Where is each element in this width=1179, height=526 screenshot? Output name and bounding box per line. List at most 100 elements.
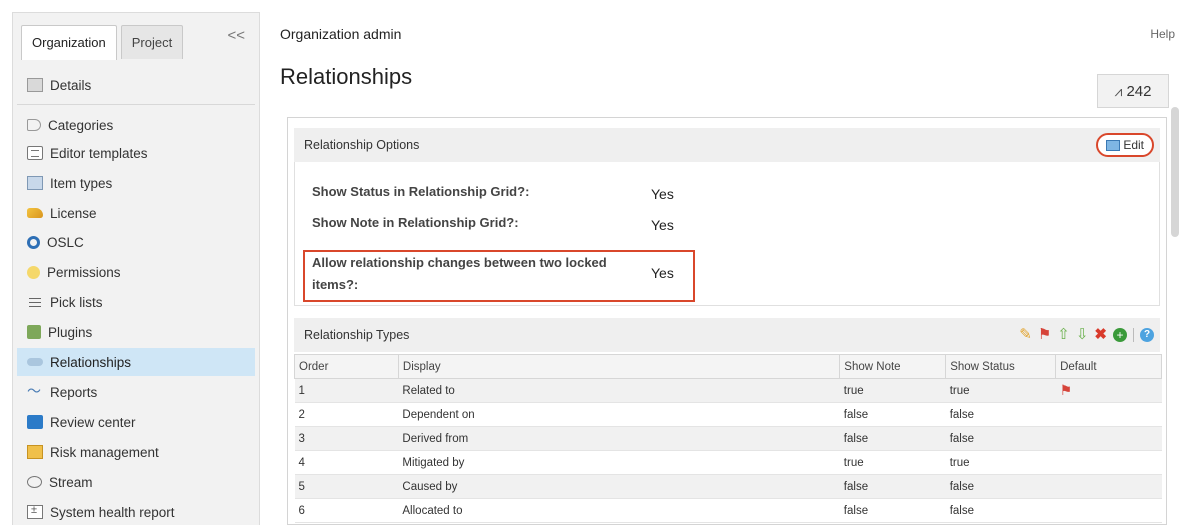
activity-count: 242	[1126, 82, 1152, 100]
sidebar-item-label: Review center	[50, 414, 136, 430]
cell-show-note: true	[839, 378, 946, 403]
activity-counter-button[interactable]: ⩘ 242	[1097, 74, 1169, 108]
tab-organization[interactable]: Organization	[21, 25, 117, 60]
option-label: Allow relationship changes between two l…	[312, 255, 607, 270]
table-row[interactable]: 2 Dependent on false false	[294, 402, 1162, 427]
sidebar-item-label: Details	[50, 77, 92, 93]
plugin-icon	[27, 325, 41, 339]
tab-project[interactable]: Project	[120, 25, 184, 59]
column-header-default[interactable]: Default	[1055, 354, 1162, 379]
section-title: Relationship Options	[304, 138, 420, 152]
edit-button[interactable]: Edit	[1096, 133, 1154, 157]
sidebar-item-plugins[interactable]: Plugins	[17, 318, 255, 346]
edit-icon	[1106, 139, 1121, 151]
option-label: Show Note in Relationship Grid?:	[312, 215, 519, 230]
table-row[interactable]: 5 Caused by false false	[294, 474, 1162, 499]
sidebar-item-reports[interactable]: Reports	[17, 378, 255, 406]
table-row[interactable]: 1 Related to true true ⚑	[294, 378, 1162, 403]
cell-default: ⚑	[1055, 378, 1162, 403]
section-title: Relationship Types	[304, 328, 410, 342]
cell-default	[1055, 426, 1162, 451]
key-icon	[27, 208, 43, 218]
page-title: Relationships	[280, 64, 413, 89]
cell-show-status: false	[945, 474, 1056, 499]
option-value: Yes	[651, 217, 674, 233]
delete-icon[interactable]: ✖	[1094, 327, 1107, 343]
sidebar-item-license[interactable]: License	[17, 199, 255, 227]
option-value: Yes	[651, 265, 674, 281]
list-icon	[27, 295, 43, 309]
sidebar-item-label: License	[50, 205, 97, 221]
table-row[interactable]: 4 Mitigated by true true	[294, 450, 1162, 475]
sidebar-item-label: Categories	[48, 117, 114, 133]
cell-display: Dependent on	[398, 402, 840, 427]
sidebar-item-label: Stream	[49, 474, 93, 490]
sidebar-item-oslc[interactable]: OSLC	[17, 228, 255, 256]
column-header-show-note[interactable]: Show Note	[839, 354, 947, 379]
admin-title: Organization admin	[280, 26, 402, 42]
sidebar-item-item-types[interactable]: Item types	[17, 169, 255, 197]
sidebar-item-label: System health report	[50, 504, 175, 520]
cell-show-note: false	[839, 474, 946, 499]
types-toolbar: ✎ ⚑ ⇧ ⇩ ✖ + ?	[1019, 327, 1154, 343]
relationship-types-header: Relationship Types ✎ ⚑ ⇧ ⇩ ✖ + ?	[294, 318, 1160, 352]
arrow-up-icon[interactable]: ⇧	[1057, 327, 1070, 343]
sidebar-item-details[interactable]: Details	[17, 71, 255, 99]
pencil-icon[interactable]: ✎	[1019, 327, 1032, 343]
cell-default	[1055, 474, 1162, 499]
toolbar-divider	[1133, 328, 1134, 342]
sidebar-item-stream[interactable]: Stream	[17, 468, 255, 496]
cell-order: 3	[294, 426, 399, 451]
sidebar-item-pick-lists[interactable]: Pick lists	[17, 288, 255, 316]
cell-show-status: false	[945, 498, 1056, 523]
table-row[interactable]: 3 Derived from false false	[294, 426, 1162, 451]
relationship-types-table: Order Display Show Note Show Status Defa…	[294, 354, 1162, 523]
sidebar-item-permissions[interactable]: Permissions	[17, 258, 255, 286]
cell-show-note: true	[839, 450, 946, 475]
collapse-sidebar-icon[interactable]: <<	[227, 27, 245, 44]
add-icon[interactable]: +	[1113, 328, 1127, 342]
cell-show-note: false	[839, 498, 946, 523]
sidebar-item-label: Reports	[50, 384, 98, 400]
help-link[interactable]: Help	[1150, 27, 1175, 41]
cell-display: Caused by	[398, 474, 840, 499]
cell-default	[1055, 498, 1162, 523]
main-content: Organization admin Help Relationships ⩘ …	[270, 12, 1179, 525]
sidebar-item-label: Relationships	[50, 354, 132, 370]
help-icon[interactable]: ?	[1140, 328, 1154, 342]
sidebar-item-editor-templates[interactable]: Editor templates	[17, 139, 255, 167]
column-header-order[interactable]: Order	[294, 354, 399, 379]
arrow-down-icon[interactable]: ⇩	[1076, 327, 1089, 343]
flag-icon[interactable]: ⚑	[1038, 327, 1051, 343]
relationship-options-body: Show Status in Relationship Grid?: Yes S…	[294, 162, 1160, 306]
column-header-show-status[interactable]: Show Status	[945, 354, 1057, 379]
cell-default	[1055, 450, 1162, 475]
permissions-icon	[27, 265, 40, 279]
sidebar-item-label: Item types	[50, 175, 113, 191]
cell-order: 4	[294, 450, 399, 475]
page-scrollbar[interactable]	[1171, 107, 1179, 237]
sidebar-item-label: Permissions	[47, 264, 121, 280]
cell-show-note: false	[839, 402, 946, 427]
cell-display: Mitigated by	[398, 450, 840, 475]
oslc-icon	[27, 235, 40, 249]
review-icon	[27, 415, 43, 429]
column-header-display[interactable]: Display	[397, 354, 841, 379]
risk-icon	[27, 445, 43, 459]
sidebar-item-label: Risk management	[50, 444, 159, 460]
template-icon	[27, 146, 43, 160]
relationship-options-header: Relationship Options Edit	[294, 128, 1160, 162]
sidebar-item-categories[interactable]: Categories	[17, 111, 255, 139]
cell-order: 5	[294, 474, 399, 499]
table-row[interactable]: 6 Allocated to false false	[294, 498, 1162, 523]
sidebar-item-risk-management[interactable]: Risk management	[17, 438, 255, 466]
option-value: Yes	[651, 186, 674, 202]
table-header-row: Order Display Show Note Show Status Defa…	[294, 354, 1162, 379]
cell-show-status: true	[945, 450, 1056, 475]
edit-label: Edit	[1123, 138, 1144, 152]
cell-order: 6	[294, 498, 399, 523]
relationships-panel: Relationship Options Edit Show Status in…	[287, 117, 1167, 525]
sidebar-item-relationships[interactable]: Relationships	[17, 348, 255, 376]
sidebar-item-system-health-report[interactable]: System health report	[17, 498, 255, 526]
sidebar-item-review-center[interactable]: Review center	[17, 408, 255, 436]
